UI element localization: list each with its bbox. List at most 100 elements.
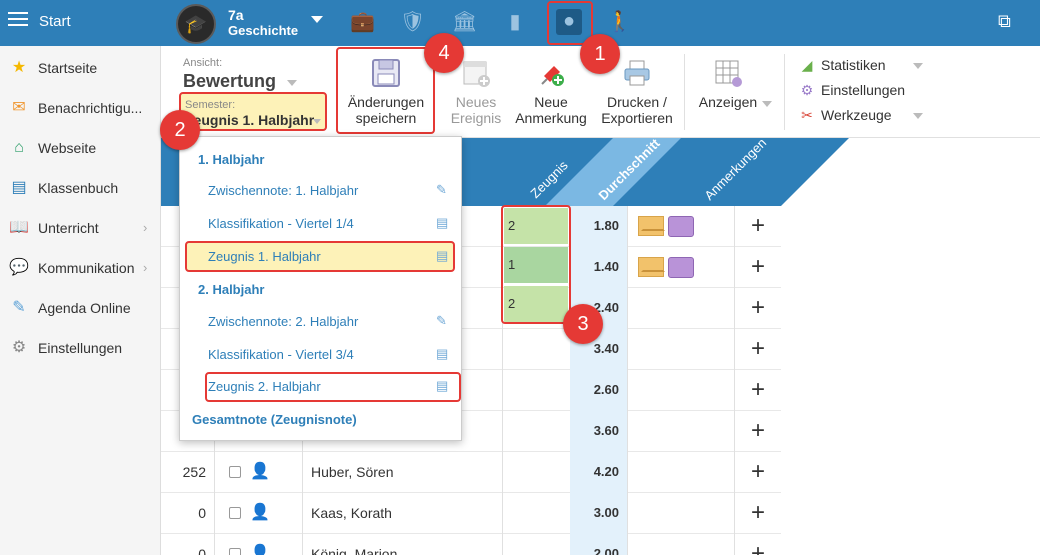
settings-label: Einstellungen <box>821 82 906 98</box>
new-event-label-2: Ereignis <box>450 110 502 126</box>
home-icon: ⌂ <box>14 139 24 156</box>
start-link[interactable]: Start <box>39 13 71 30</box>
semester-value: Zeugnis 1. Halbjahr <box>185 112 315 128</box>
envelope-icon[interactable] <box>638 257 664 277</box>
sidebar-item-label: Webseite <box>38 140 97 156</box>
hamburger-menu-icon[interactable] <box>8 12 28 28</box>
highlight-save <box>336 47 435 134</box>
pencil-icon: ✎ <box>436 313 447 328</box>
table-row[interactable]: 252 👤 Huber, Sören 4.20 + <box>161 452 781 493</box>
sidebar-item-einstellungen[interactable]: ⚙ Einstellungen <box>0 328 161 368</box>
dropdown-item-zwischennote-1[interactable]: Zwischennote: 1. Halbjahr <box>208 183 358 198</box>
tools-label: Werkzeuge <box>821 107 892 123</box>
add-remark-button[interactable]: + <box>734 493 781 534</box>
semester-select[interactable]: Semester: Zeugnis 1. Halbjahr <box>179 92 327 131</box>
chevron-down-icon[interactable] <box>913 113 923 119</box>
settings-button[interactable]: ⚙ Einstellungen <box>797 82 905 99</box>
sidebar-item-label: Startseite <box>38 60 98 76</box>
student-name[interactable]: König, Marion <box>302 534 502 555</box>
add-remark-button[interactable]: + <box>734 411 781 452</box>
statistics-label: Statistiken <box>821 57 886 73</box>
add-remark-button[interactable]: + <box>734 206 781 247</box>
add-remark-button[interactable]: + <box>734 288 781 329</box>
row-checkbox[interactable] <box>229 466 241 478</box>
add-remark-button[interactable]: + <box>734 329 781 370</box>
zeugnis-grade[interactable]: 2 <box>504 208 568 244</box>
display-button[interactable]: Anzeigen <box>697 58 759 110</box>
notes-cell <box>627 493 733 534</box>
add-remark-button[interactable]: + <box>734 452 781 493</box>
table-row[interactable]: 0 👤 König, Marion 2.00 + <box>161 534 781 555</box>
row-checkbox[interactable] <box>229 507 241 519</box>
chevron-down-icon[interactable] <box>311 16 323 23</box>
zeugnis-cell[interactable] <box>502 329 570 370</box>
zeugnis-cell[interactable] <box>502 452 570 493</box>
row-number: 252 <box>161 452 215 493</box>
toolbar-divider <box>784 54 785 130</box>
zeugnis-cell[interactable] <box>502 534 570 555</box>
pencil-icon: ✎ <box>436 182 447 197</box>
add-remark-button[interactable]: + <box>734 534 781 555</box>
envelope-icon[interactable] <box>638 216 664 236</box>
view-select[interactable]: Bewertung <box>183 71 276 92</box>
sidebar-item-unterricht[interactable]: 📖 Unterricht › <box>0 208 161 248</box>
add-remark-button[interactable]: + <box>734 370 781 411</box>
chevron-right-icon: › <box>143 220 148 235</box>
statistics-button[interactable]: ◢ Statistiken <box>797 57 886 74</box>
average-value: 3.00 <box>570 493 627 534</box>
open-book-icon: 📖 <box>9 219 29 236</box>
sidebar-item-webseite[interactable]: ⌂ Webseite <box>0 128 161 168</box>
sidebar-item-klassenbuch[interactable]: ▤ Klassenbuch <box>0 168 161 208</box>
average-value: 4.20 <box>570 452 627 493</box>
briefcase-icon[interactable]: 💼 <box>350 10 375 34</box>
sidebar: ★ Startseite ✉ Benachrichtigu... ⌂ Webse… <box>0 46 161 555</box>
certificate-icon: ▤ <box>436 346 449 361</box>
dropdown-item-klassifikation-2[interactable]: Klassifikation - Viertel 3/4 <box>208 347 354 362</box>
notes-cell <box>627 411 733 452</box>
graduation-cap-icon[interactable]: 🎓 <box>176 4 216 44</box>
dropdown-group-header: 2. Halbjahr <box>198 282 265 297</box>
sidebar-item-agenda-online[interactable]: ✎ Agenda Online <box>0 288 161 328</box>
chevron-down-icon[interactable] <box>287 80 297 86</box>
bar-chart-icon[interactable]: ▮ <box>503 10 527 34</box>
class-name[interactable]: 7a <box>228 7 244 23</box>
dropdown-item-klassifikation-1[interactable]: Klassifikation - Viertel 1/4 <box>208 216 354 231</box>
dropdown-item-gesamtnote[interactable]: Gesamtnote (Zeugnisnote) <box>192 412 357 427</box>
sidebar-item-benachrichtigungen[interactable]: ✉ Benachrichtigu... <box>0 88 161 128</box>
institution-icon[interactable]: 🏛 <box>452 10 477 34</box>
sidebar-item-kommunikation[interactable]: 💬 Kommunikation › <box>0 248 161 288</box>
student-avatar-icon: 👤 <box>250 504 270 521</box>
top-bar: Start 🎓 7a Geschichte 💼 🛡 🏛 ▮ ● 🚶 ⧉ <box>0 0 1040 46</box>
sidebar-item-label: Kommunikation <box>38 260 135 276</box>
dropdown-item-zwischennote-2[interactable]: Zwischennote: 2. Halbjahr <box>208 314 358 329</box>
briefcase-icon[interactable] <box>668 216 694 237</box>
zeugnis-cell[interactable] <box>502 411 570 452</box>
zeugnis-cell[interactable] <box>502 370 570 411</box>
briefcase-icon[interactable] <box>668 257 694 278</box>
shield-check-icon[interactable]: 🛡 <box>400 10 425 34</box>
notes-cell <box>627 452 733 493</box>
zeugnis-cell[interactable] <box>502 493 570 534</box>
star-icon: ★ <box>11 59 27 76</box>
class-subject[interactable]: Geschichte <box>228 23 298 38</box>
chevron-down-icon <box>313 119 321 124</box>
sidebar-item-startseite[interactable]: ★ Startseite <box>0 48 161 88</box>
row-checkbox[interactable] <box>229 548 241 555</box>
new-remark-label-1: Neue <box>534 94 568 110</box>
walking-icon[interactable]: 🚶 <box>607 10 632 34</box>
add-remark-button[interactable]: + <box>734 247 781 288</box>
table-row[interactable]: 0 👤 Kaas, Korath 3.00 + <box>161 493 781 534</box>
cast-icon[interactable]: ⧉ <box>998 11 1011 32</box>
chevron-down-icon[interactable] <box>762 101 772 107</box>
dropdown-item-zeugnis-1[interactable]: Zeugnis 1. Halbjahr <box>208 249 321 264</box>
zeugnis-grade[interactable]: 2 <box>504 286 568 322</box>
new-remark-button[interactable]: Neue Anmerkung <box>514 58 588 126</box>
dropdown-group-header: 1. Halbjahr <box>198 152 265 167</box>
chevron-down-icon[interactable] <box>913 63 923 69</box>
dropdown-item-zeugnis-2[interactable]: Zeugnis 2. Halbjahr <box>208 379 321 394</box>
student-name[interactable]: Huber, Sören <box>302 452 502 493</box>
tools-button[interactable]: ✂ Werkzeuge <box>797 107 892 124</box>
step-badge-3: 3 <box>563 304 603 344</box>
student-name[interactable]: Kaas, Korath <box>302 493 502 534</box>
zeugnis-grade[interactable]: 1 <box>504 247 568 283</box>
